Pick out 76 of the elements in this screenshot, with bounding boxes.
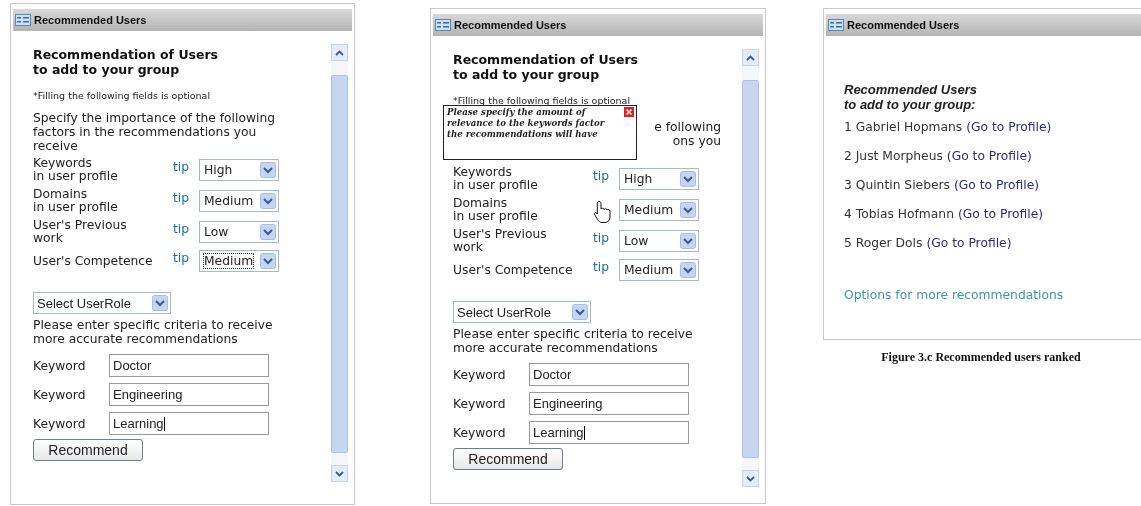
criteria-text: Please enter specific criteria to receive more accurate recommendations <box>33 318 274 346</box>
importance-dropdown[interactable]: Low <box>619 230 699 252</box>
keyword-field[interactable]: Learning <box>529 421 689 444</box>
factor-label: User's Previous work <box>33 219 128 245</box>
factor-label: Keywords in user profile <box>453 166 539 192</box>
user-name: 1 Gabriel Hopmans <box>844 119 963 136</box>
list-icon <box>435 19 451 31</box>
chevron-up-icon <box>746 54 755 61</box>
keyword-label: Keyword <box>453 367 507 382</box>
keyword-field[interactable]: Engineering <box>109 383 269 406</box>
panel-title: Recommended Users <box>847 19 960 31</box>
user-role-dropdown[interactable]: Select UserRole <box>453 301 591 323</box>
factor-label: User's Previous work <box>453 228 548 254</box>
factor-label: Domains in user profile <box>453 197 539 223</box>
tip-link[interactable]: tip <box>173 191 190 205</box>
chevron-up-icon <box>335 49 344 56</box>
instruction-text: ons you <box>672 134 721 148</box>
tooltip-text: Please specify the amount of relevance to the keywords factor the recommendations will have <box>447 107 605 139</box>
importance-dropdown[interactable]: Low <box>199 221 279 243</box>
keyword-field[interactable]: Learning <box>109 412 269 435</box>
importance-dropdown[interactable]: Medium <box>619 259 699 281</box>
factor-label: Keywords in user profile <box>33 157 119 183</box>
profile-link[interactable]: (Go to Profile) <box>954 177 1040 194</box>
tip-link[interactable]: tip <box>593 169 610 183</box>
tip-link[interactable]: tip <box>593 260 610 274</box>
importance-dropdown[interactable]: Medium <box>619 199 699 221</box>
figure-caption: Figure 3.c Recommended users ranked <box>881 350 1081 365</box>
form-heading: Recommendation of Users to add to your group <box>33 47 220 77</box>
importance-dropdown[interactable]: Medium <box>199 190 279 212</box>
criteria-text: Please enter specific criteria to receive more accurate recommendations <box>453 327 694 355</box>
keyword-field[interactable]: Doctor <box>109 354 269 377</box>
factor-label: User's Competence <box>33 254 154 268</box>
scroll-up-button[interactable] <box>331 44 348 61</box>
tip-link[interactable]: tip <box>173 222 190 236</box>
list-heading: Recommended Users to add to your group: <box>844 82 978 112</box>
keyword-field[interactable]: Doctor <box>529 363 689 386</box>
recommend-button[interactable]: Recommend <box>33 439 143 461</box>
instruction-text: Specify the importance of the following factors in the recommendations you receive <box>33 111 277 153</box>
scroll-down-button[interactable] <box>331 465 348 482</box>
scroll-down-button[interactable] <box>742 470 759 487</box>
keyword-label: Keyword <box>453 425 507 440</box>
importance-dropdown[interactable]: Medium <box>199 250 279 272</box>
keyword-field[interactable]: Engineering <box>529 392 689 415</box>
keyword-label: Keyword <box>33 358 87 373</box>
recommend-button[interactable]: Recommend <box>453 448 563 470</box>
user-name: 3 Quintin Siebers <box>844 177 950 194</box>
panel-title: Recommended Users <box>34 14 147 26</box>
profile-link[interactable]: (Go to Profile) <box>946 148 1032 165</box>
profile-link[interactable]: (Go to Profile) <box>966 119 1052 136</box>
factor-label: Domains in user profile <box>33 188 119 214</box>
keyword-label: Keyword <box>33 416 87 431</box>
factor-label: User's Competence <box>453 263 574 277</box>
list-icon <box>15 14 31 26</box>
user-name: 4 Tobias Hofmann <box>844 206 954 223</box>
list-icon <box>828 19 844 31</box>
user-name: 5 Roger Dols <box>844 235 923 252</box>
tip-link[interactable]: tip <box>173 160 190 174</box>
close-icon[interactable] <box>624 107 634 117</box>
chevron-down-icon <box>746 475 755 482</box>
tip-link[interactable]: tip <box>173 251 190 265</box>
optional-note: *Filling the following fields is optional <box>33 90 212 101</box>
importance-dropdown[interactable]: High <box>199 159 279 181</box>
profile-link[interactable]: (Go to Profile) <box>926 235 1012 252</box>
importance-dropdown[interactable]: High <box>619 168 699 190</box>
tip-link[interactable]: tip <box>593 231 610 245</box>
scroll-up-button[interactable] <box>742 49 759 66</box>
user-role-dropdown[interactable]: Select UserRole <box>33 292 171 314</box>
optional-note: *Filling the following fields is optional <box>453 95 632 106</box>
user-name: 2 Just Morpheus <box>844 148 943 165</box>
form-heading: Recommendation of Users to add to your group <box>453 52 640 82</box>
keyword-label: Keyword <box>33 387 87 402</box>
keyword-label: Keyword <box>453 396 507 411</box>
panel-title: Recommended Users <box>454 19 567 31</box>
chevron-down-icon <box>335 470 344 477</box>
profile-link[interactable]: (Go to Profile) <box>957 206 1043 223</box>
instruction-text: e following <box>654 120 721 134</box>
